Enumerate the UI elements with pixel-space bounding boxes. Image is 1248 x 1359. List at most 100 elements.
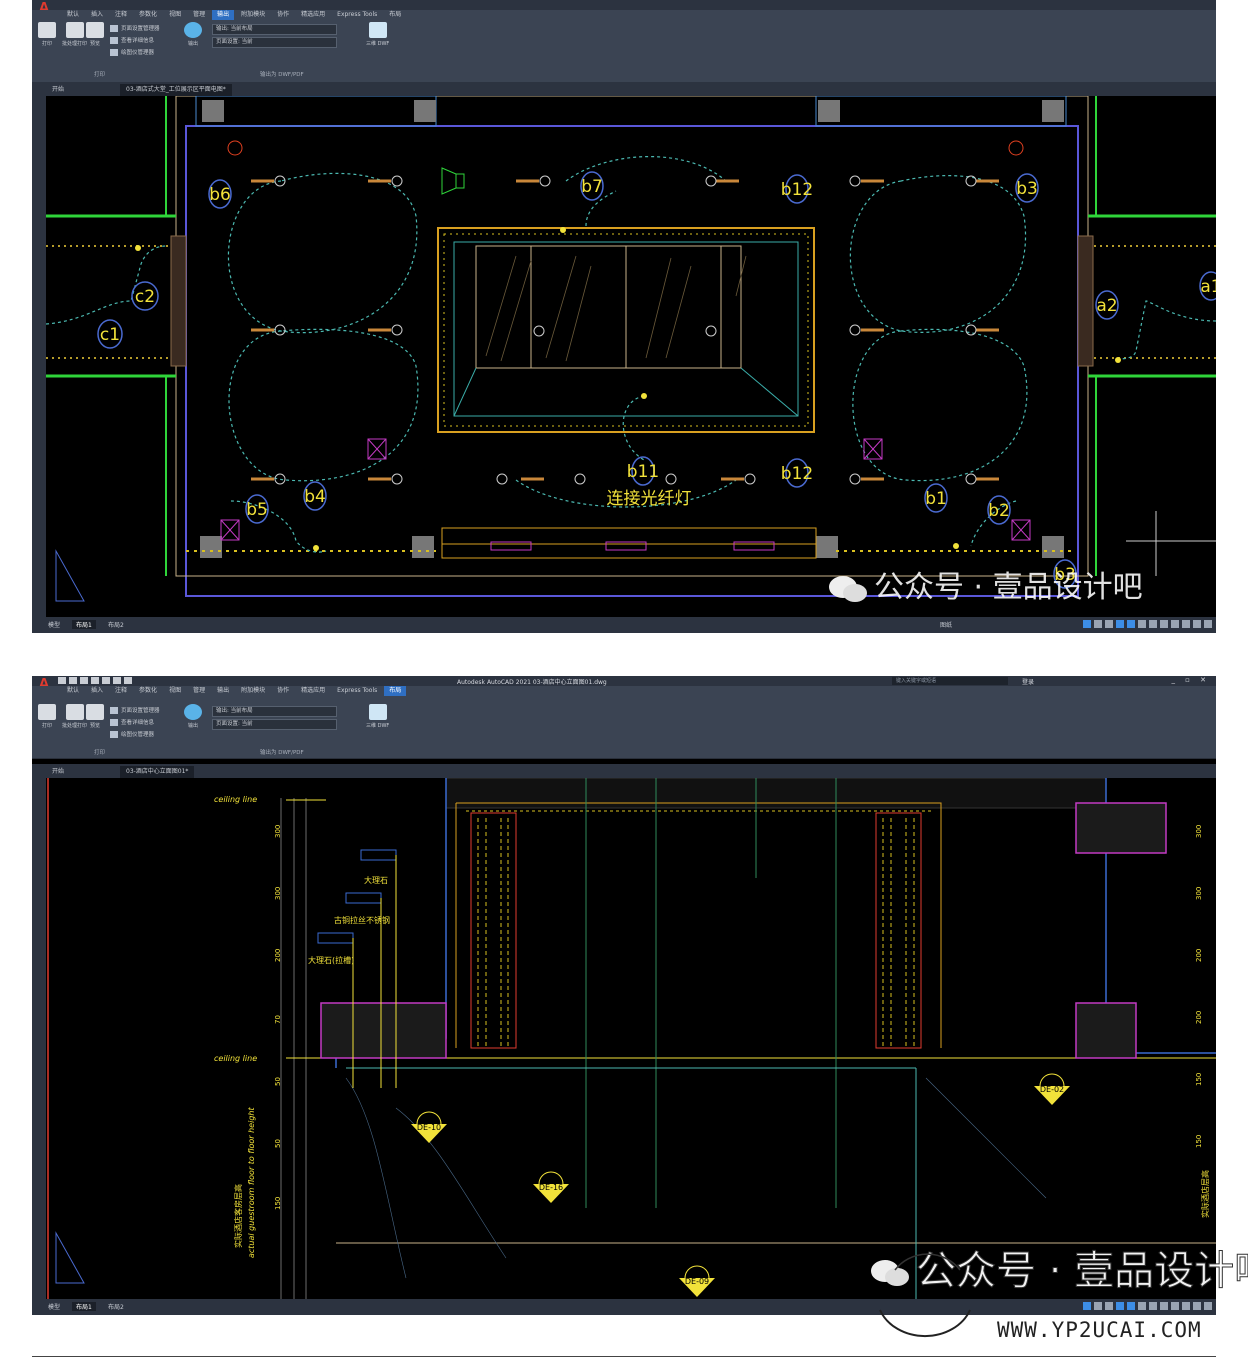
ribbon-tab[interactable]: Express Tools	[332, 686, 382, 696]
ribbon-tab[interactable]: 参数化	[134, 10, 162, 20]
page-setup-dropdown[interactable]: 页面设置: 当前	[212, 719, 337, 730]
workspace-gear-icon[interactable]	[1160, 620, 1168, 628]
dwf-button[interactable]: 三维 DWF	[366, 22, 389, 47]
annotation-scale-icon[interactable]	[1149, 1302, 1157, 1310]
print-button[interactable]: 打印	[38, 704, 56, 729]
tab-layout1[interactable]: 布局1	[72, 620, 96, 629]
export-dropdown[interactable]: 输出: 当前布局	[212, 24, 337, 35]
isolate-icon[interactable]	[1182, 620, 1190, 628]
ribbon-tab[interactable]: 精选应用	[296, 10, 330, 20]
export-group-label: 输出为 DWF/PDF	[260, 750, 304, 756]
otrack-icon[interactable]	[1138, 620, 1146, 628]
ortho-icon[interactable]	[1105, 1302, 1113, 1310]
batch-plot-button[interactable]: 批处理打印	[62, 22, 87, 47]
ribbon-tab[interactable]: 管理	[188, 686, 210, 696]
tab-drawing[interactable]: 03-酒店式大堂_工位展示区平面电图*	[120, 84, 232, 96]
view-details-item[interactable]: 查看详细信息	[110, 36, 154, 44]
ribbon-tab[interactable]: 布局	[384, 686, 407, 696]
page-setup-dropdown[interactable]: 页面设置: 当前	[212, 37, 337, 48]
plot-icon[interactable]	[102, 677, 110, 684]
menu-icon[interactable]	[1204, 620, 1212, 628]
open-icon[interactable]	[69, 677, 77, 684]
site-url: WWW.YP2UCAI.COM	[997, 1318, 1202, 1342]
ribbon-tab[interactable]: 插入	[86, 686, 108, 696]
properties-palette-strip[interactable]	[32, 778, 46, 1299]
workspace-gear-icon[interactable]	[1160, 1302, 1168, 1310]
ribbon-tab[interactable]: 注释	[110, 10, 132, 20]
batch-plot-button[interactable]: 批处理打印	[62, 704, 87, 729]
dwf-button[interactable]: 三维 DWF	[366, 704, 389, 729]
ribbon-tab[interactable]: 参数化	[134, 686, 162, 696]
saveas-icon[interactable]	[91, 677, 99, 684]
page-setup-manager-item[interactable]: 页面设置管理器	[110, 706, 160, 714]
polar-icon[interactable]	[1116, 620, 1124, 628]
drawing-canvas[interactable]: ceiling line ceiling line 大理石 古铜拉丝不锈钢 大理…	[46, 777, 1216, 1299]
snap-icon[interactable]	[1083, 620, 1091, 628]
view-details-item[interactable]: 查看详细信息	[110, 718, 154, 726]
sign-in-link[interactable]: 登录	[1022, 677, 1034, 686]
redo-icon[interactable]	[124, 677, 132, 684]
ribbon-tab[interactable]: 管理	[188, 10, 210, 20]
tab-model[interactable]: 模型	[48, 620, 60, 629]
undo-icon[interactable]	[113, 677, 121, 684]
svg-text:DE-10: DE-10	[417, 1123, 441, 1132]
plus-icon[interactable]	[1171, 1302, 1179, 1310]
preview-button[interactable]: 预览	[86, 22, 104, 47]
ribbon-tab[interactable]: 布局	[384, 10, 406, 20]
ribbon-tab[interactable]: Express Tools	[332, 10, 382, 20]
new-icon[interactable]	[58, 677, 66, 684]
otrack-icon[interactable]	[1138, 1302, 1146, 1310]
snap-icon[interactable]	[1083, 1302, 1091, 1310]
osnap-icon[interactable]	[1127, 1302, 1135, 1310]
plotter-manager-item[interactable]: 绘图仪管理器	[110, 48, 154, 56]
tab-start[interactable]: 开始	[46, 84, 70, 96]
grid-icon[interactable]	[1094, 620, 1102, 628]
fullscreen-icon[interactable]	[1193, 1302, 1201, 1310]
menu-icon[interactable]	[1204, 1302, 1212, 1310]
ribbon-tab[interactable]: 协作	[272, 686, 294, 696]
ribbon-tab[interactable]: 视图	[164, 10, 186, 20]
tab-model[interactable]: 模型	[48, 1302, 60, 1311]
svg-text:DE-09: DE-09	[685, 1277, 709, 1286]
wechat-icon	[829, 575, 867, 602]
osnap-icon[interactable]	[1127, 620, 1135, 628]
ribbon-tab[interactable]: 协作	[272, 10, 294, 20]
export-button[interactable]: 输出	[184, 22, 202, 47]
ribbon-tab[interactable]: 输出	[212, 686, 234, 696]
ribbon-tab[interactable]: 插入	[86, 10, 108, 20]
plus-icon[interactable]	[1171, 620, 1179, 628]
export-dropdown[interactable]: 输出: 当前布局	[212, 706, 337, 717]
document-tabs: 开始 03-酒店中心立面图01*	[32, 764, 1216, 778]
annotation-scale-icon[interactable]	[1149, 620, 1157, 628]
tab-start[interactable]: 开始	[46, 766, 70, 778]
grid-icon[interactable]	[1094, 1302, 1102, 1310]
drawing-canvas[interactable]: b6 b7 b12 b3 c2 c1 a2 a1 b11 b12 b4 b5 b…	[45, 95, 1216, 617]
ortho-icon[interactable]	[1105, 620, 1113, 628]
preview-button[interactable]: 预览	[86, 704, 104, 729]
isolate-icon[interactable]	[1182, 1302, 1190, 1310]
tab-layout2[interactable]: 布局2	[108, 1302, 124, 1311]
ribbon-tab[interactable]: 附加模块	[236, 686, 270, 696]
tab-layout2[interactable]: 布局2	[108, 620, 124, 629]
properties-palette-strip[interactable]	[32, 96, 46, 617]
search-input[interactable]: 键入关键字或短语	[892, 677, 1008, 685]
ribbon-tab[interactable]: 默认	[62, 686, 84, 696]
tab-layout1[interactable]: 布局1	[72, 1302, 96, 1311]
ribbon-tab[interactable]: 精选应用	[296, 686, 330, 696]
ribbon-tab[interactable]: 视图	[164, 686, 186, 696]
polar-icon[interactable]	[1116, 1302, 1124, 1310]
save-icon[interactable]	[80, 677, 88, 684]
ribbon-tab[interactable]: 附加模块	[236, 10, 270, 20]
export-button[interactable]: 输出	[184, 704, 202, 729]
window-controls[interactable]: _ ▫ ✕	[1171, 676, 1210, 684]
ribbon-tab[interactable]: 输出	[212, 10, 235, 20]
tab-drawing[interactable]: 03-酒店中心立面图01*	[120, 766, 195, 778]
fullscreen-icon[interactable]	[1193, 620, 1201, 628]
ribbon-tab[interactable]: 默认	[62, 10, 84, 20]
page-setup-manager-item[interactable]: 页面设置管理器	[110, 24, 160, 32]
label-a1: a1	[1200, 277, 1216, 297]
ribbon-tab[interactable]: 注释	[110, 686, 132, 696]
plotter-manager-item[interactable]: 绘图仪管理器	[110, 730, 154, 738]
paper-mode-toggle[interactable]: 图纸	[940, 620, 952, 629]
print-button[interactable]: 打印	[38, 22, 56, 47]
